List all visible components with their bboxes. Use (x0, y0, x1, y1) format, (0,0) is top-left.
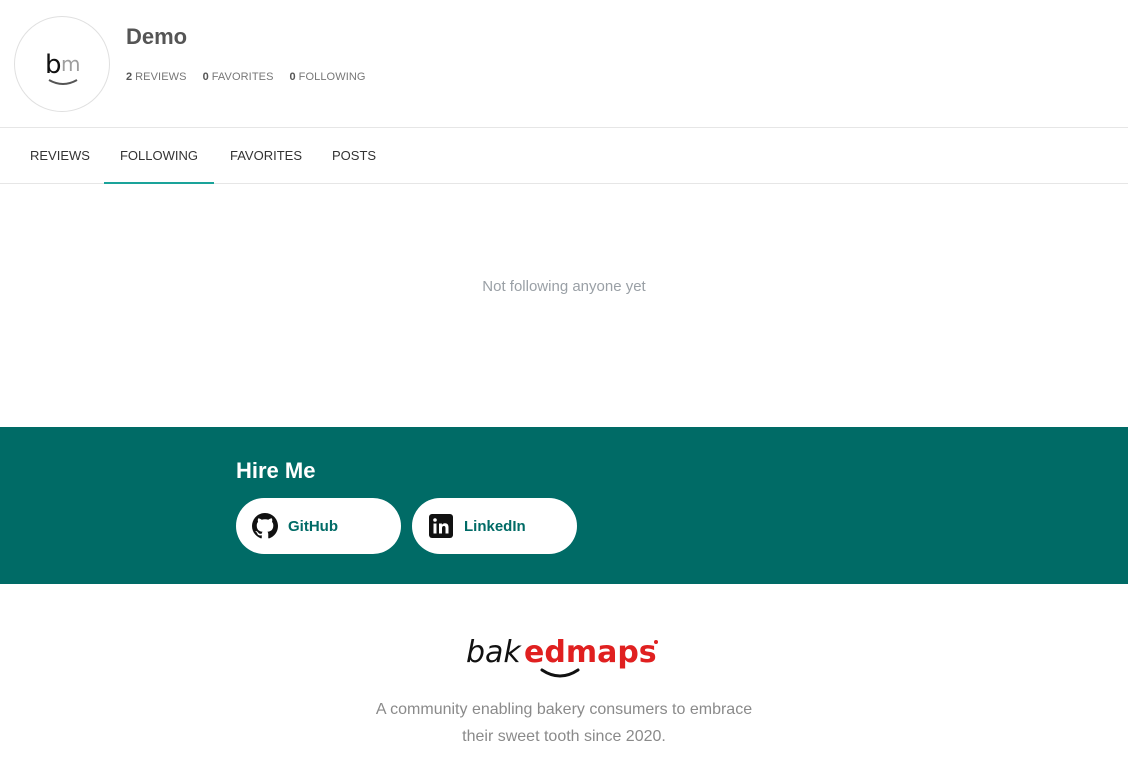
github-button-label: GitHub (288, 517, 338, 535)
stat-favorites[interactable]: 0 FAVORITES (203, 71, 274, 83)
stat-following[interactable]: 0 FOLLOWING (290, 71, 366, 83)
github-icon (252, 513, 278, 539)
profile-tabs: REVIEWS FOLLOWING FAVORITES POSTS (0, 128, 1128, 184)
smile-icon (48, 79, 78, 85)
logo-smile-icon (540, 668, 580, 678)
linkedin-button[interactable]: LinkedIn (412, 498, 577, 554)
bm-logo-icon: b m (45, 50, 80, 85)
logo-text-edmaps: edmaps (524, 635, 657, 670)
footer-tagline: A community enabling bakery consumers to… (344, 696, 784, 750)
linkedin-button-label: LinkedIn (464, 517, 526, 535)
bakedmaps-logo-icon: bak edmaps (466, 635, 658, 678)
linkedin-icon (428, 513, 454, 539)
stat-label: FAVORITES (211, 71, 274, 83)
empty-state-message: Not following anyone yet (482, 278, 646, 295)
stat-count: 0 (202, 71, 209, 83)
stat-label: FOLLOWING (298, 71, 366, 83)
avatar-letter-b: b (45, 50, 62, 80)
bakedmaps-logo[interactable]: bak edmaps (464, 630, 662, 682)
logo-text-bak: bak (466, 635, 522, 670)
stat-reviews[interactable]: 2 REVIEWS (126, 71, 187, 83)
profile-header: b m Demo 2 REVIEWS 0 FAVORITES 0 FOLLOWI… (0, 0, 1128, 128)
tab-following[interactable]: FOLLOWING (104, 128, 214, 184)
tab-favorites[interactable]: FAVORITES (230, 128, 302, 183)
tab-reviews[interactable]: REVIEWS (30, 128, 90, 183)
hire-me-title: Hire Me (236, 458, 316, 483)
stat-count: 2 (126, 71, 133, 83)
stat-label: REVIEWS (135, 71, 187, 83)
github-button[interactable]: GitHub (236, 498, 401, 554)
hire-me-section: Hire Me GitHub LinkedIn (0, 427, 1128, 584)
profile-stats: 2 REVIEWS 0 FAVORITES 0 FOLLOWING (126, 71, 382, 83)
tab-posts[interactable]: POSTS (332, 128, 376, 183)
stat-count: 0 (289, 71, 296, 83)
footer-tagline-line-1: A community enabling bakery consumers to… (375, 701, 753, 718)
footer-tagline-line-2: their sweet tooth since 2020. (462, 728, 666, 745)
avatar: b m (14, 16, 110, 112)
profile-username: Demo (126, 24, 188, 49)
avatar-letter-m: m (61, 52, 80, 76)
